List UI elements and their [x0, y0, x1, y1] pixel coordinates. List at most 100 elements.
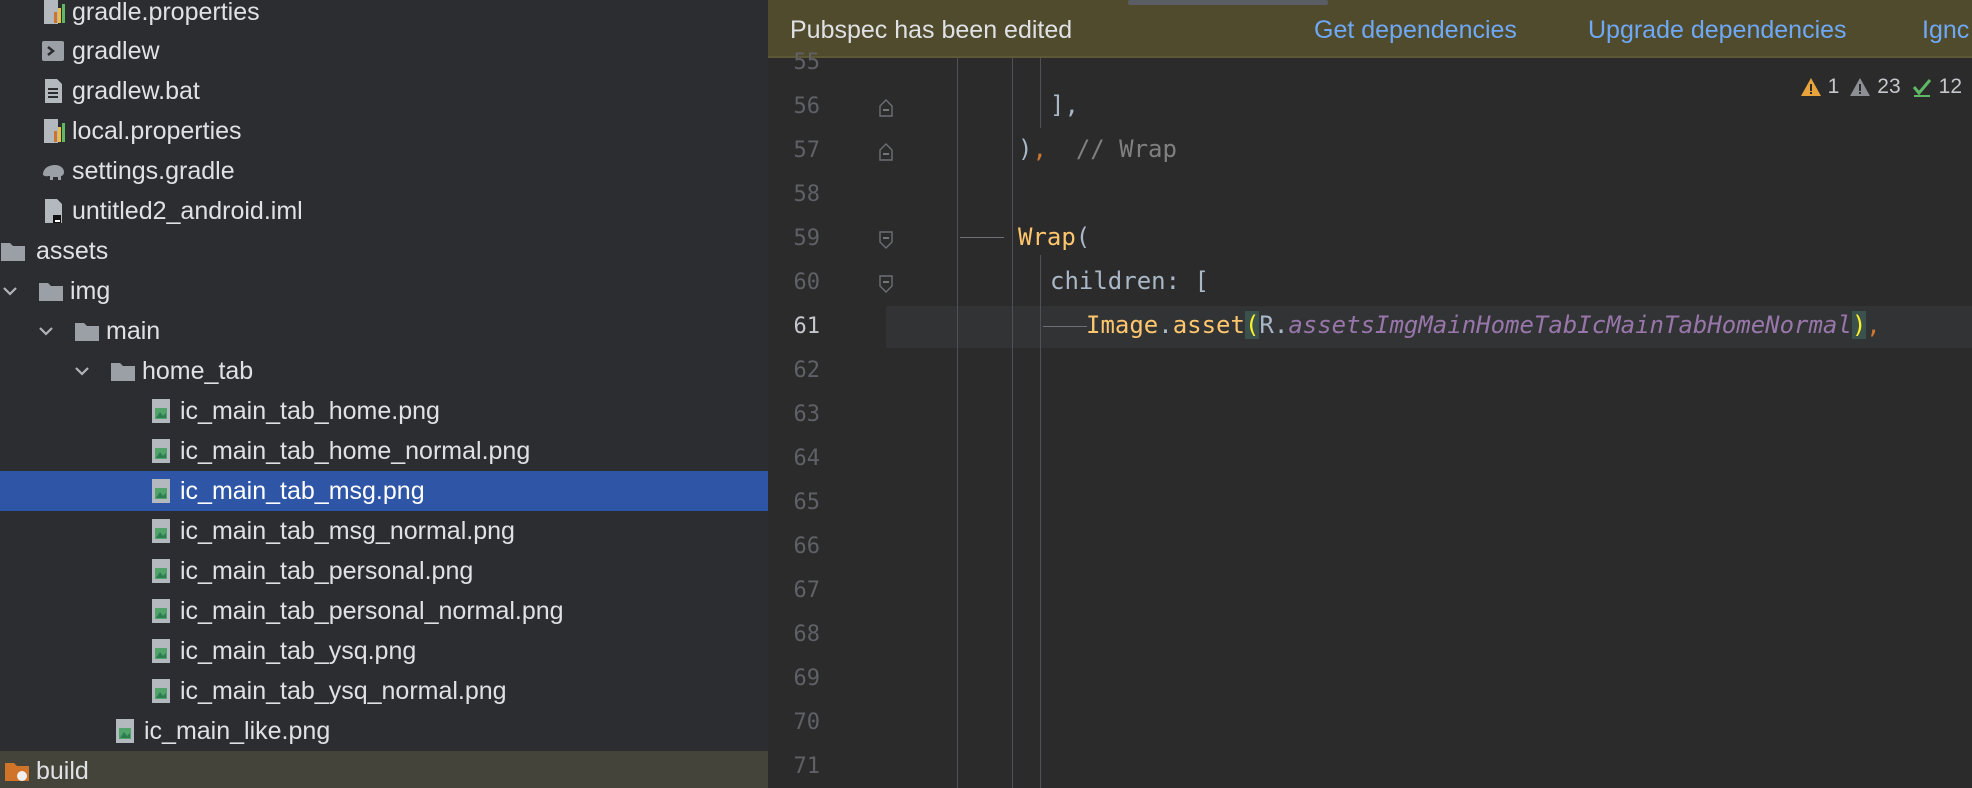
fold-marker-icon[interactable]: [878, 98, 894, 118]
tree-item[interactable]: ic_main_tab_home_normal.png: [0, 431, 768, 471]
weak-warning-triangle-icon: [1850, 78, 1871, 96]
tree-item[interactable]: ic_main_tab_ysq_normal.png: [0, 671, 768, 711]
code-editor[interactable]: Pubspec has been edited Get dependencies…: [768, 0, 1972, 788]
line-number[interactable]: 63: [778, 402, 821, 427]
bracket-connector: [1043, 326, 1087, 327]
tree-item[interactable]: gradle.properties: [0, 0, 768, 32]
tree-item[interactable]: ic_main_tab_home.png: [0, 391, 768, 431]
properties-file-icon: [40, 0, 66, 26]
tree-item[interactable]: ic_main_like.png: [0, 711, 768, 751]
warning-triangle-icon: [1800, 78, 1821, 96]
gradle-elephant-icon: [40, 157, 66, 185]
upgrade-dependencies-link[interactable]: Upgrade dependencies: [1588, 16, 1847, 45]
pubspec-notification-bar: Pubspec has been edited Get dependencies…: [768, 0, 1972, 58]
code-line-59[interactable]: Wrap(: [1018, 223, 1090, 251]
image-file-icon: [148, 397, 174, 425]
tree-item[interactable]: ic_main_tab_msg_normal.png: [0, 511, 768, 551]
tree-item[interactable]: settings.gradle: [0, 151, 768, 191]
tree-item[interactable]: ic_main_tab_personal.png: [0, 551, 768, 591]
image-file-icon: [148, 597, 174, 625]
tree-item-label: main: [106, 316, 161, 345]
notification-text: Pubspec has been edited: [790, 16, 1073, 44]
tree-item-label: local.properties: [72, 116, 242, 145]
get-dependencies-link[interactable]: Get dependencies: [1314, 16, 1517, 45]
image-file-icon: [148, 477, 174, 505]
indent-guide: [1040, 58, 1041, 128]
tree-item[interactable]: ic_main_tab_ysq.png: [0, 631, 768, 671]
check-icon: [1912, 79, 1931, 97]
tree-item-label: assets: [36, 236, 109, 265]
editor-gutter[interactable]: 55 56 57 58 59 60 61 62 63 64 65 66 67 68 69 70 71: [768, 50, 893, 788]
chevron-down-icon[interactable]: [0, 281, 20, 301]
folder-icon: [0, 237, 26, 265]
module-file-icon: [40, 197, 66, 225]
image-file-icon: [148, 637, 174, 665]
tree-item[interactable]: ic_main_tab_msg.png: [0, 471, 768, 511]
typo-count[interactable]: 12: [1911, 75, 1962, 99]
tree-item[interactable]: img: [0, 271, 768, 311]
line-number[interactable]: 55: [778, 50, 821, 75]
chevron-down-icon[interactable]: [72, 361, 92, 381]
fold-marker-icon[interactable]: [878, 142, 894, 162]
tree-item-label: img: [70, 276, 111, 305]
code-line-56[interactable]: ],: [1050, 91, 1079, 119]
tree-item[interactable]: main: [0, 311, 768, 351]
line-number[interactable]: 69: [778, 666, 821, 691]
code-line-61[interactable]: Image.asset(R.assetsImgMainHomeTabIcMain…: [1086, 311, 1881, 339]
editor-background: [768, 0, 1972, 788]
folder-icon: [74, 317, 100, 345]
image-file-icon: [148, 557, 174, 585]
line-number[interactable]: 60: [778, 270, 821, 295]
line-number[interactable]: 59: [778, 226, 821, 251]
ignore-link[interactable]: Ignc: [1922, 16, 1969, 45]
tree-item[interactable]: gradlew.bat: [0, 71, 768, 111]
tree-item[interactable]: gradlew: [0, 31, 768, 71]
indent-guide: [1040, 255, 1041, 788]
tree-item-label: ic_main_tab_personal.png: [180, 556, 474, 585]
error-count[interactable]: 1: [1800, 75, 1839, 99]
shell-script-icon: [40, 37, 66, 65]
line-number[interactable]: 68: [778, 622, 821, 647]
tree-item[interactable]: ic_main_tab_personal_normal.png: [0, 591, 768, 631]
tree-item-label: gradlew: [72, 36, 160, 65]
fold-marker-icon[interactable]: [878, 274, 894, 294]
tree-item[interactable]: untitled2_android.iml: [0, 191, 768, 231]
horizontal-scrollbar[interactable]: [1128, 0, 1328, 5]
line-number[interactable]: 71: [778, 754, 821, 779]
line-number[interactable]: 67: [778, 578, 821, 603]
tree-item-label: ic_main_tab_personal_normal.png: [180, 596, 564, 625]
folder-icon: [110, 357, 136, 385]
tree-item-label: ic_main_tab_home_normal.png: [180, 436, 531, 465]
code-line-57[interactable]: ), // Wrap: [1018, 135, 1177, 163]
inspection-widget[interactable]: 1 23 12: [1800, 72, 1972, 102]
tree-item[interactable]: build: [0, 751, 768, 788]
line-number[interactable]: 64: [778, 446, 821, 471]
line-number[interactable]: 70: [778, 710, 821, 735]
image-file-icon: [148, 677, 174, 705]
image-file-icon: [112, 717, 138, 745]
folder-icon: [38, 277, 64, 305]
tree-item[interactable]: assets: [0, 231, 768, 271]
tree-item[interactable]: home_tab: [0, 351, 768, 391]
line-number[interactable]: 62: [778, 358, 821, 383]
code-line-60[interactable]: children: [: [1050, 267, 1209, 295]
tree-item-label: build: [36, 756, 89, 785]
tree-item[interactable]: local.properties: [0, 111, 768, 151]
line-number[interactable]: 65: [778, 490, 821, 515]
line-number[interactable]: 57: [778, 138, 821, 163]
indent-guide: [957, 58, 958, 788]
tree-item-label: ic_main_tab_ysq.png: [180, 636, 417, 665]
line-number[interactable]: 66: [778, 534, 821, 559]
image-file-icon: [148, 517, 174, 545]
tree-item-label: ic_main_tab_home.png: [180, 396, 440, 425]
line-number[interactable]: 58: [778, 182, 821, 207]
build-folder-icon: [4, 757, 30, 785]
chevron-down-icon[interactable]: [36, 321, 56, 341]
fold-marker-icon[interactable]: [878, 230, 894, 250]
warning-count[interactable]: 23: [1849, 75, 1901, 99]
line-number[interactable]: 56: [778, 94, 821, 119]
tree-item-label: settings.gradle: [72, 156, 235, 185]
properties-file-icon: [40, 117, 66, 145]
bracket-connector: [960, 237, 1004, 238]
line-number[interactable]: 61: [778, 314, 821, 339]
